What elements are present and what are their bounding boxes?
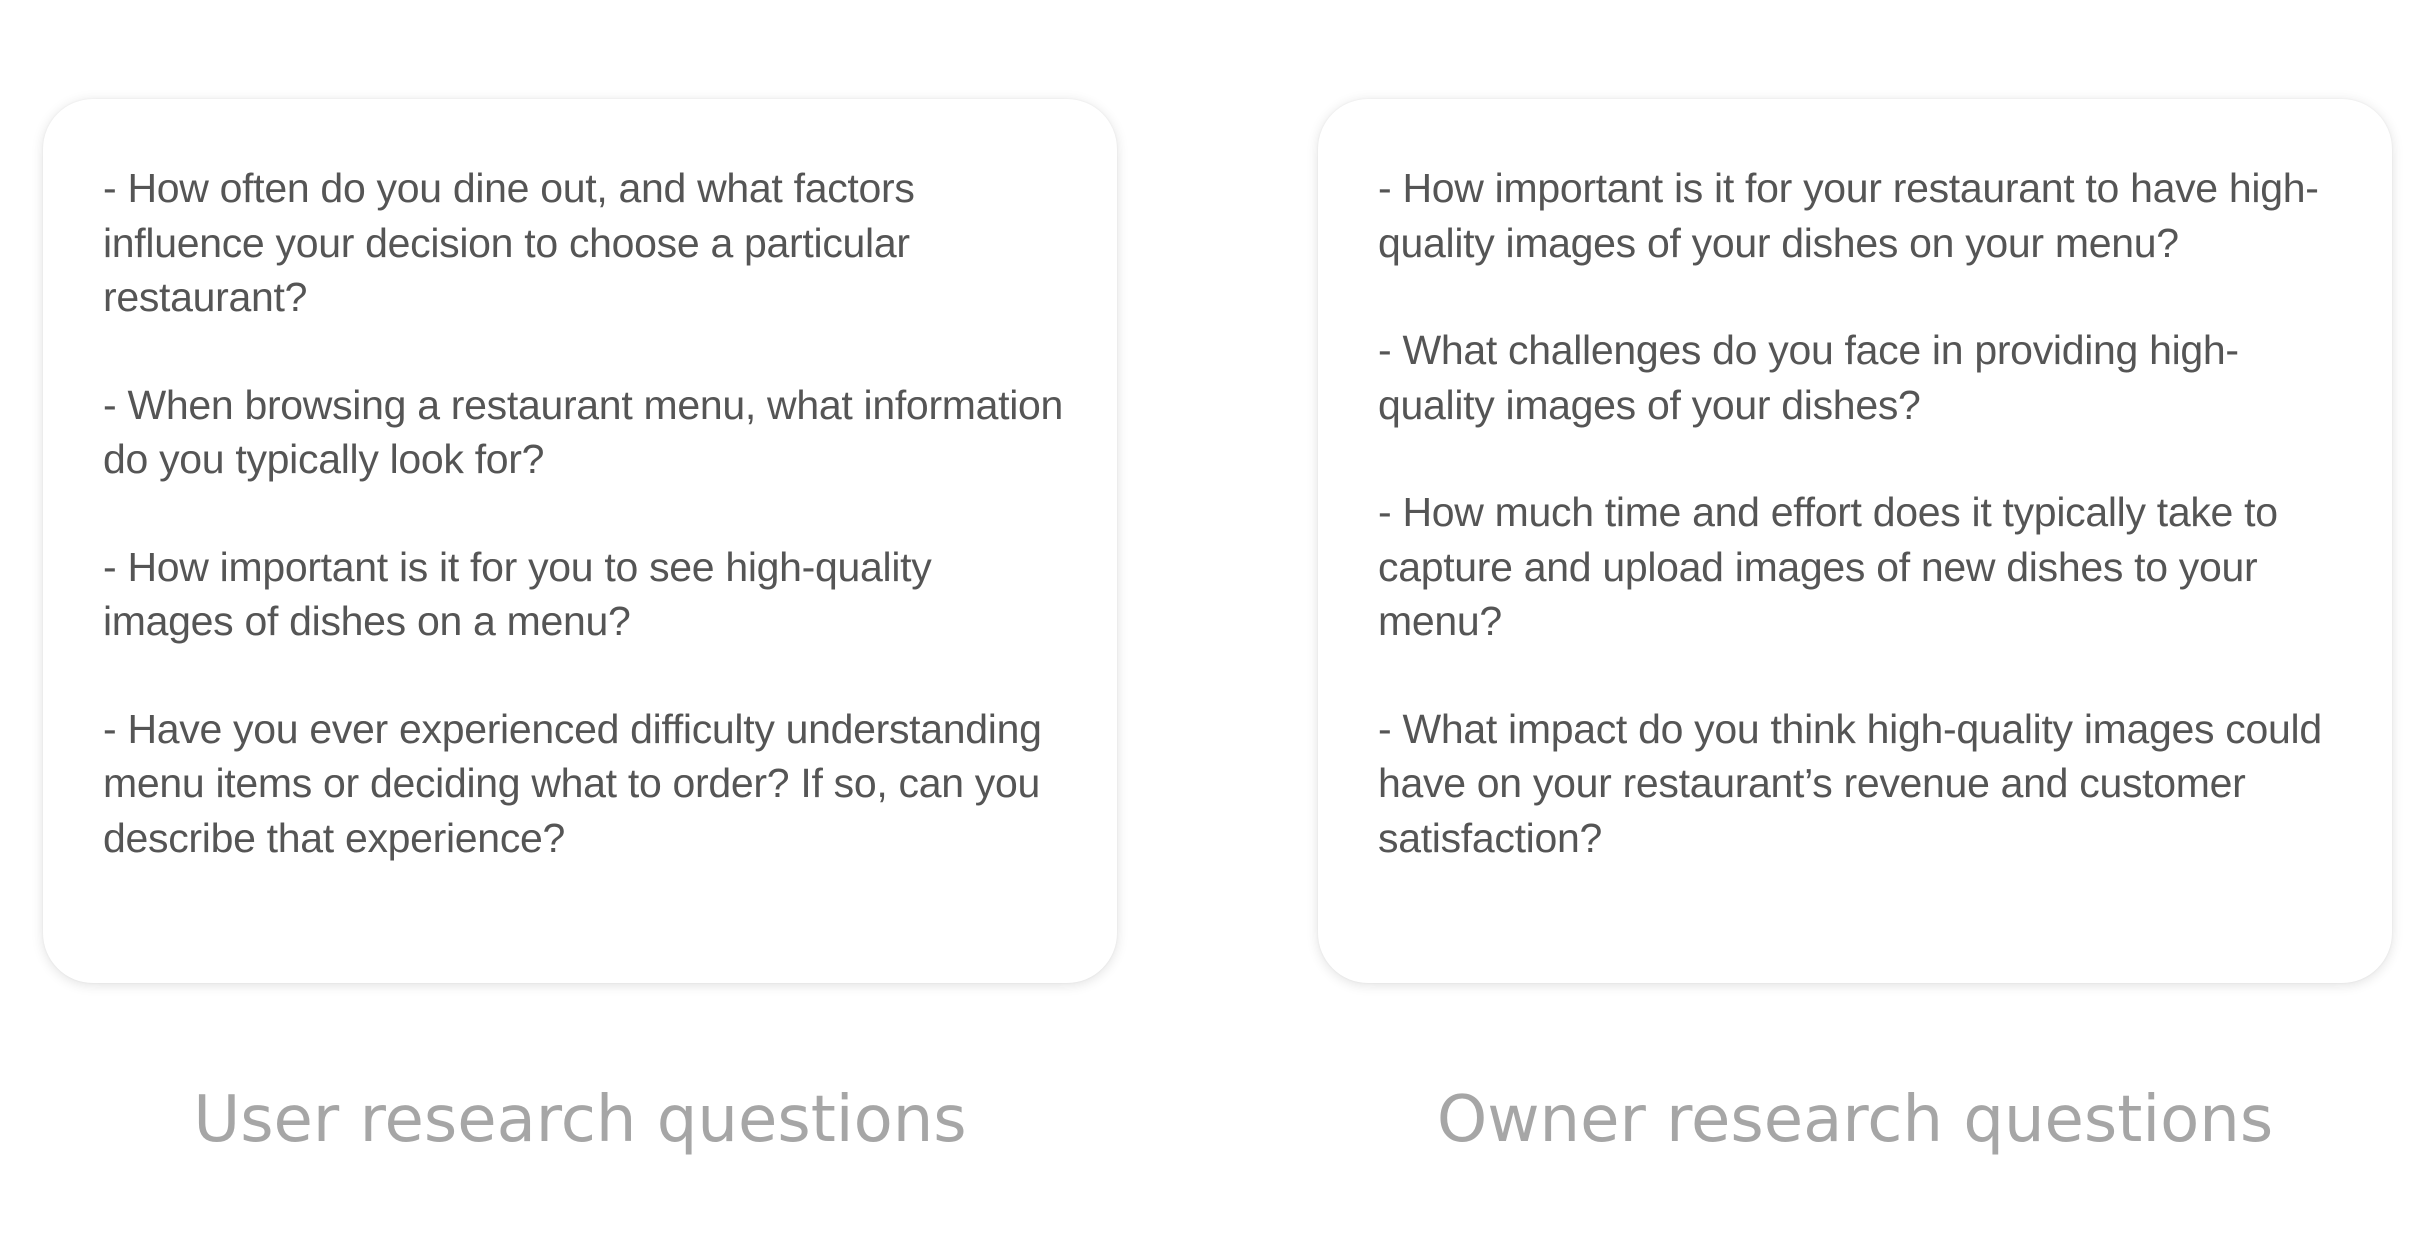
owner-question-1: - How important is it for your restauran… xyxy=(1378,165,2319,266)
owner-question-2: - What challenges do you face in providi… xyxy=(1378,327,2239,428)
user-question-2: - When browsing a restaurant menu, what … xyxy=(103,381,1064,483)
user-question-4: - Have you ever experienced difficulty u… xyxy=(103,705,1042,861)
owner-question-3: - How much time and effort does it typic… xyxy=(1378,489,2278,644)
owner-questions-caption: Owner research questions xyxy=(1436,1083,2274,1157)
user-question-1: - How often do you dine out, and what fa… xyxy=(103,165,915,320)
user-questions-card: - How often do you dine out, and what fa… xyxy=(43,99,1117,983)
owner-questions-card: - How important is it for your restauran… xyxy=(1318,99,2392,983)
user-questions-caption: User research questions xyxy=(193,1083,967,1157)
user-question-3: - How important is it for you to see hig… xyxy=(103,543,932,645)
owner-question-4: - What impact do you think high-quality … xyxy=(1378,705,2322,861)
